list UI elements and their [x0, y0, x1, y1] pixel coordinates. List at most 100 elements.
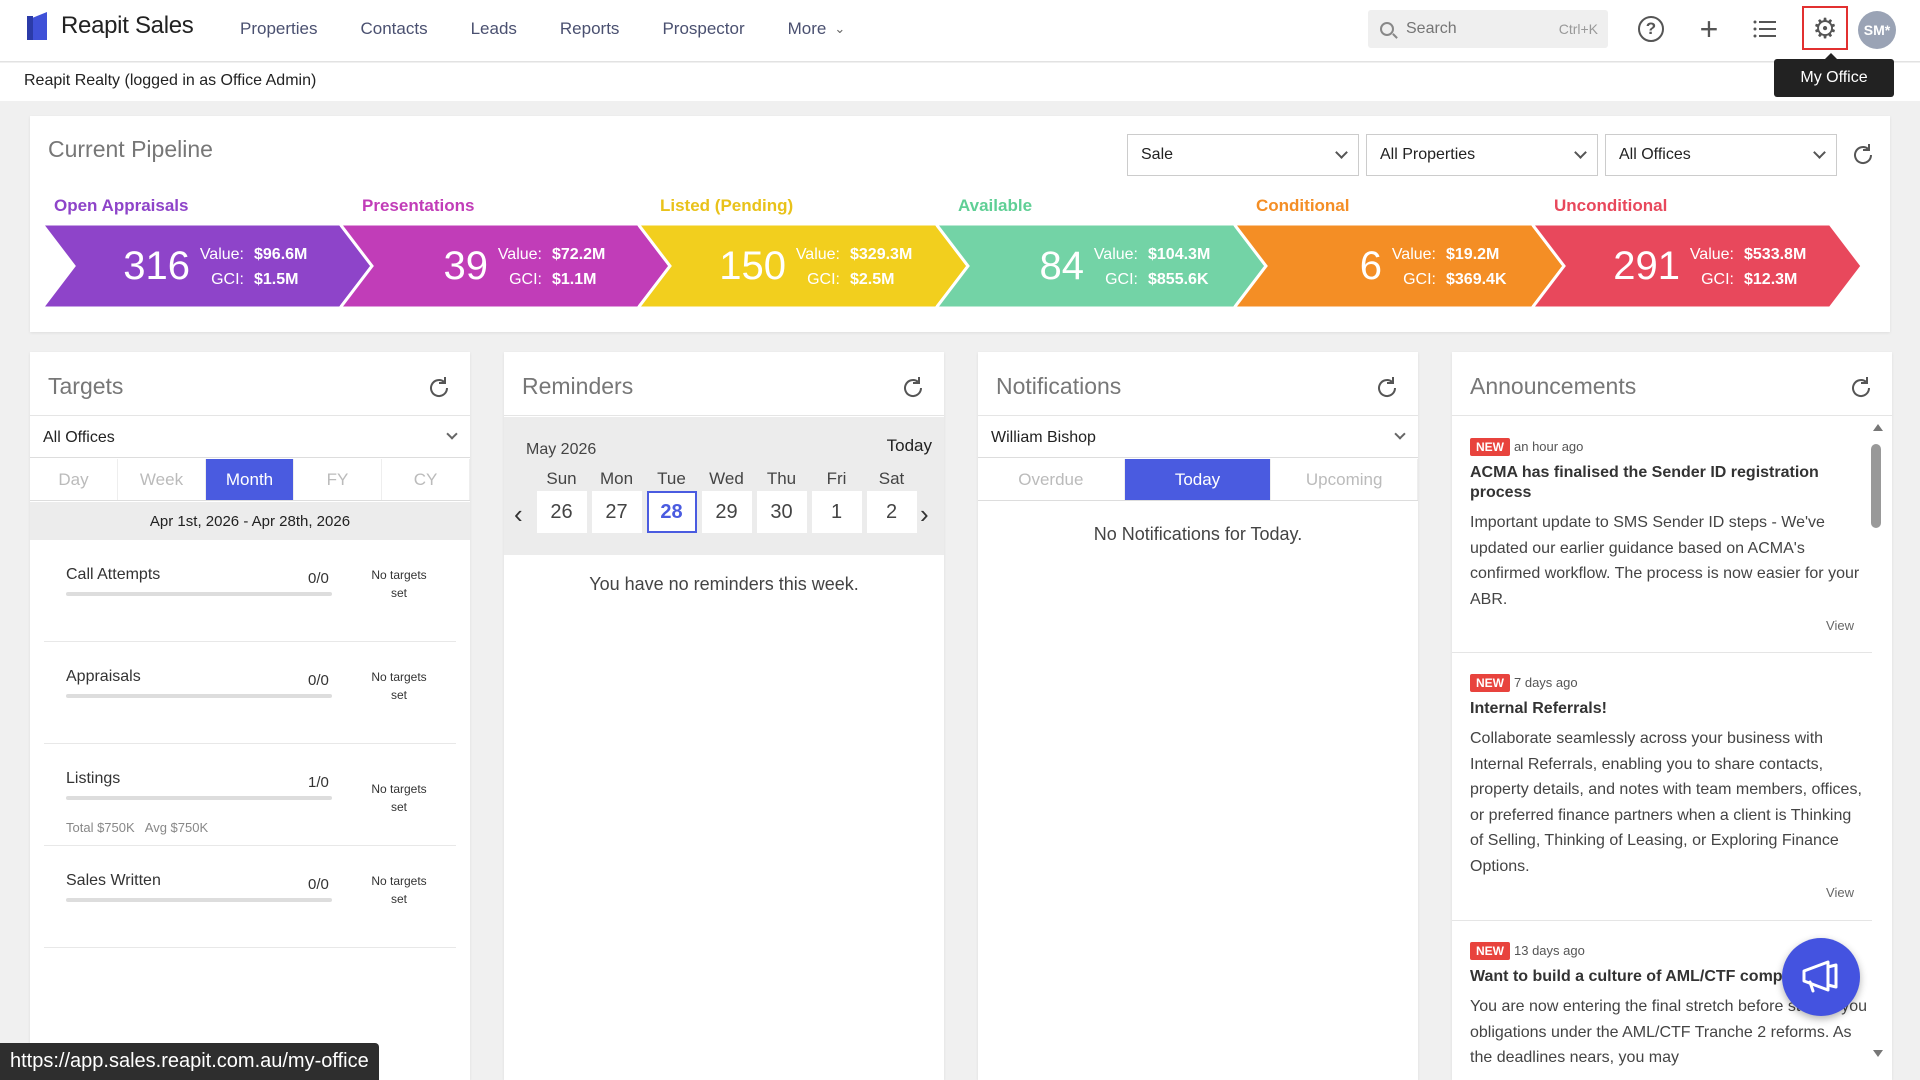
pipeline-refresh-button[interactable] [1850, 142, 1876, 168]
tab-upcoming[interactable]: Upcoming [1271, 459, 1418, 500]
week-dates: 26 27 28 29 30 1 2 [534, 491, 919, 533]
nav-contacts[interactable]: Contacts [360, 19, 427, 39]
calendar-date[interactable]: 2 [866, 491, 917, 533]
announcement-body: Collaborate seamlessly across your busin… [1470, 730, 1862, 875]
announcements-scrollbar-thumb[interactable] [1871, 444, 1881, 528]
calendar-date-selected[interactable]: 28 [646, 491, 697, 533]
tab-day[interactable]: Day [30, 459, 118, 500]
today-button[interactable]: Today [887, 436, 932, 456]
stage-label: Unconditional [1554, 196, 1668, 215]
announcement-time: 13 days ago [1514, 943, 1585, 958]
avatar[interactable]: SM* [1858, 11, 1896, 49]
help-button[interactable]: ? [1634, 12, 1668, 46]
search-input[interactable] [1406, 20, 1546, 38]
pipeline-stage-chevron[interactable]: 316 Value: $96.6M GCI: $1.5M [42, 224, 372, 308]
announcement-view-link[interactable]: View [1470, 618, 1868, 633]
pipeline-stage-chevron[interactable]: 150 Value: $329.3M GCI: $2.5M [638, 224, 968, 308]
target-note: No targets set [364, 780, 434, 816]
top-navigation-bar: Reapit Sales Properties Contacts Leads R… [0, 0, 1920, 62]
notifications-header: Notifications [978, 352, 1418, 416]
target-note-line: set [390, 892, 407, 906]
tab-today[interactable]: Today [1124, 459, 1272, 500]
stage-values: Value: $19.2M GCI: $369.4K [1384, 242, 1507, 292]
stage-label: Presentations [362, 196, 475, 215]
search-box[interactable]: Ctrl+K [1368, 10, 1608, 48]
stage-gci: $369.4K [1446, 271, 1507, 288]
tab-fy[interactable]: FY [294, 459, 382, 500]
target-row-appraisals: Appraisals 0/0 No targets set [44, 644, 456, 744]
target-name: Listings [66, 770, 121, 787]
pipeline-stage-chevron[interactable]: 84 Value: $104.3M GCI: $855.6K [936, 224, 1266, 308]
chevron-down-icon: ⌄ [834, 21, 846, 36]
stage-value: $533.8M [1744, 246, 1807, 263]
gear-icon: ⚙ [1812, 12, 1838, 44]
notifications-tabs: Overdue Today Upcoming [978, 459, 1418, 501]
notifications-panel: Notifications William Bishop Overdue Tod… [978, 352, 1418, 1080]
scroll-down-arrow[interactable] [1873, 1050, 1883, 1057]
target-progress-bar [66, 694, 332, 698]
calendar-date[interactable]: 30 [756, 491, 807, 533]
target-note-line: No targets [371, 874, 427, 888]
scroll-up-arrow[interactable] [1873, 424, 1883, 431]
reapit-logo[interactable]: Reapit Sales [27, 12, 194, 40]
target-note: No targets set [364, 872, 434, 908]
announcement-item[interactable]: NEW 7 days ago Internal Referrals! Collab… [1470, 674, 1868, 900]
refresh-icon [1854, 144, 1873, 164]
announcement-view-link[interactable]: View [1470, 885, 1868, 900]
stage-gci: $2.5M [850, 271, 895, 288]
target-note-line: set [390, 800, 407, 814]
weekday-label: Mon [599, 469, 634, 488]
my-office-button[interactable]: ⚙ [1802, 6, 1848, 50]
calendar-date[interactable]: 29 [701, 491, 752, 533]
nav-reports[interactable]: Reports [560, 19, 620, 39]
nav-leads[interactable]: Leads [471, 19, 517, 39]
targets-panel: Targets All Offices Day Week Month FY CY… [30, 352, 470, 1080]
new-badge: NEW [1470, 942, 1510, 960]
target-row-call-attempts: Call Attempts 0/0 No targets set [44, 542, 456, 642]
help-icon: ? [1638, 16, 1664, 42]
announcements-fab-button[interactable] [1782, 938, 1860, 1016]
tab-overdue[interactable]: Overdue [978, 459, 1125, 500]
announcement-item[interactable]: NEW an hour ago ACMA has finalised the Se… [1470, 438, 1868, 633]
chevron-left-icon[interactable]: ‹ [514, 499, 523, 530]
reminders-empty-message: You have no reminders this week. [589, 574, 859, 594]
targets-office-select[interactable]: All Offices [30, 418, 470, 458]
calendar-date[interactable]: 27 [591, 491, 642, 533]
properties-select[interactable]: All Properties [1366, 134, 1598, 176]
target-note-line: No targets [371, 670, 427, 684]
pipeline-stage-chevron[interactable]: 291 Value: $533.8M GCI: $12.3M [1532, 224, 1862, 308]
targets-date-range: Apr 1st, 2026 - Apr 28th, 2026 [30, 502, 470, 540]
announcements-refresh-button[interactable] [1848, 375, 1874, 401]
chevron-down-icon [446, 428, 458, 440]
notifications-refresh-button[interactable] [1374, 375, 1400, 401]
tab-cy[interactable]: CY [382, 459, 470, 500]
offices-select[interactable]: All Offices [1605, 134, 1837, 176]
tab-week[interactable]: Week [118, 459, 206, 500]
targets-header: Targets [30, 352, 470, 416]
target-progress-bar [66, 592, 332, 596]
pipeline-stage-chevron[interactable]: 39 Value: $72.2M GCI: $1.1M [340, 224, 670, 308]
search-shortcut: Ctrl+K [1558, 21, 1598, 37]
stage-count: 150 [719, 244, 786, 288]
stage-gci: $1.5M [254, 271, 299, 288]
targets-refresh-button[interactable] [426, 375, 452, 401]
login-context: Reapit Realty (logged in as Office Admin… [24, 72, 317, 89]
tab-month[interactable]: Month [206, 459, 294, 500]
stage-label: Open Appraisals [54, 196, 189, 215]
target-name: Call Attempts [66, 566, 161, 583]
stage-label: Available [958, 196, 1033, 215]
target-ratio: 0/0 [308, 672, 329, 689]
reminders-title: Reminders [522, 373, 634, 399]
chevron-right-icon[interactable]: › [920, 499, 929, 530]
nav-prospector[interactable]: Prospector [662, 19, 744, 39]
calendar-date[interactable]: 1 [811, 491, 862, 533]
sale-type-select[interactable]: Sale [1127, 134, 1359, 176]
add-button[interactable]: + [1692, 12, 1726, 46]
calendar-date[interactable]: 26 [536, 491, 587, 533]
list-button[interactable] [1748, 12, 1782, 46]
nav-properties[interactable]: Properties [240, 19, 317, 39]
reminders-refresh-button[interactable] [900, 375, 926, 401]
nav-more[interactable]: More ⌄ [788, 19, 846, 39]
notifications-user-select[interactable]: William Bishop [978, 418, 1418, 458]
pipeline-stage-chevron[interactable]: 6 Value: $19.2M GCI: $369.4K [1234, 224, 1564, 308]
